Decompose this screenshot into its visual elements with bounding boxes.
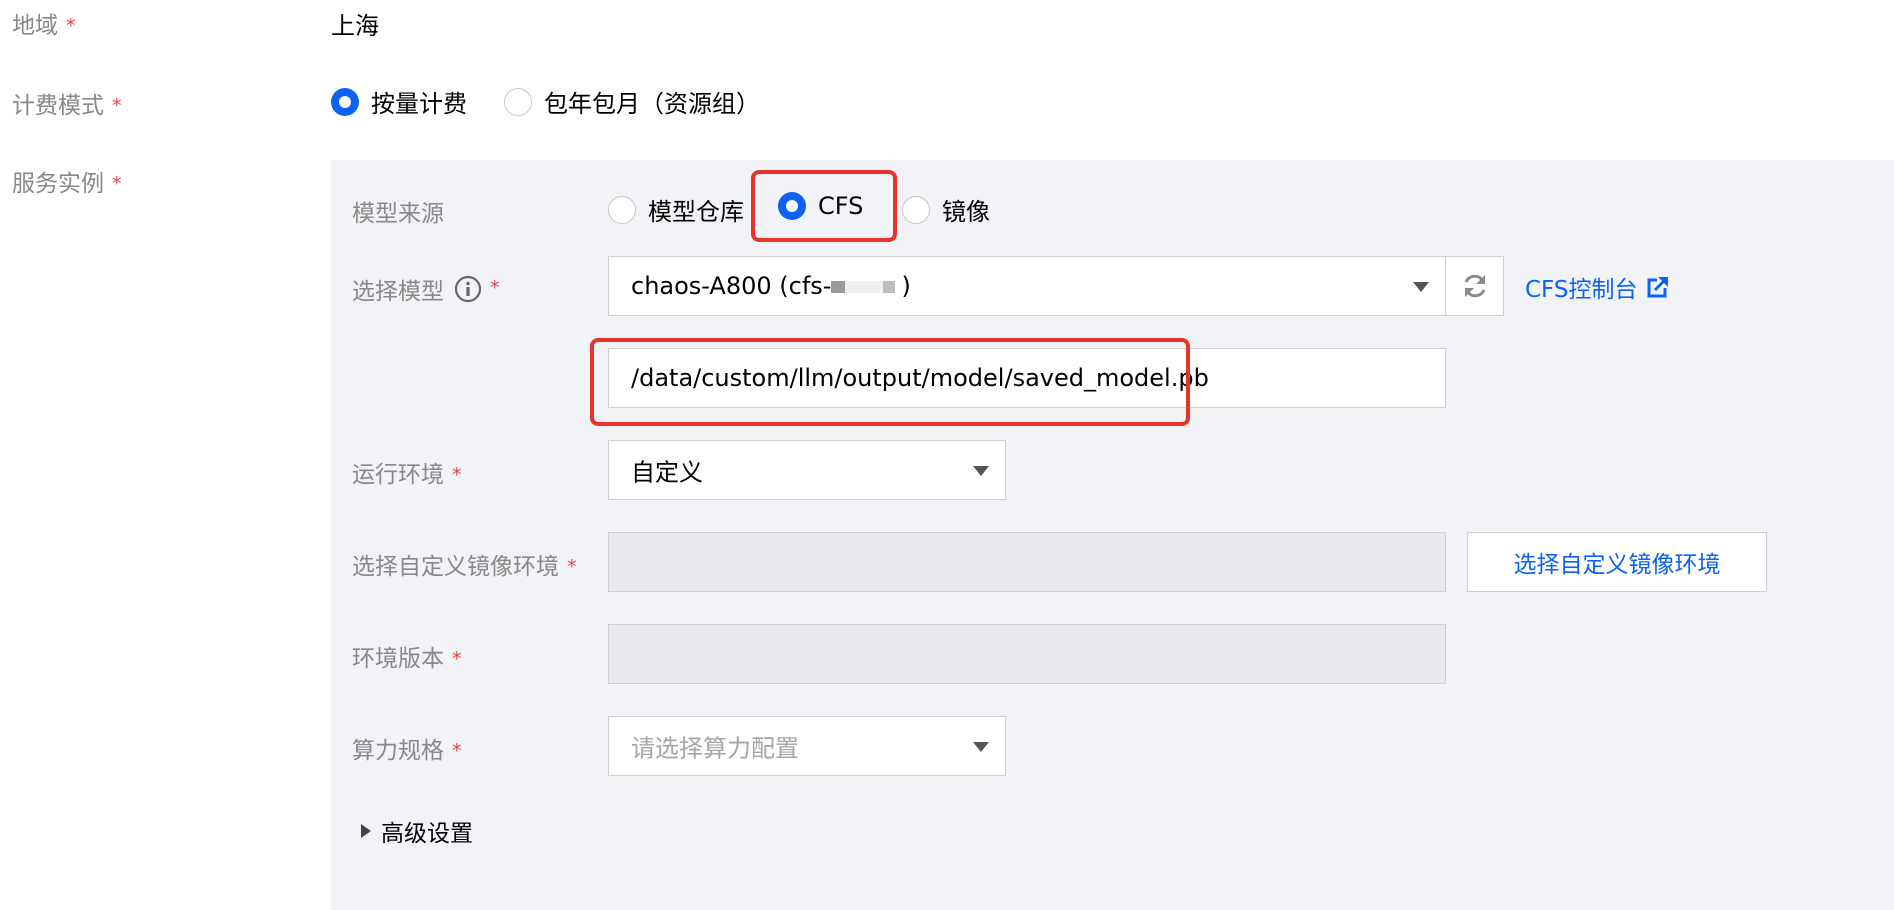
model-source-option-label: 模型仓库 (648, 198, 744, 226)
advanced-settings-label: 高级设置 (381, 821, 473, 847)
required-mark: * (567, 556, 577, 578)
billing-option-subscription[interactable]: 包年包月（资源组） (504, 84, 760, 119)
billing-label: 计费模式 * (12, 93, 122, 119)
required-mark: * (112, 95, 122, 117)
radio-selected-icon (331, 87, 359, 116)
redacted-id (831, 281, 902, 293)
service-instance-label: 服务实例 * (12, 171, 122, 197)
select-model-label: 选择模型 * (352, 275, 500, 305)
runtime-env-dropdown[interactable]: 自定义 (608, 440, 1006, 500)
advanced-settings-toggle[interactable]: 高级设置 (361, 814, 473, 848)
compute-spec-dropdown[interactable]: 请选择算力配置 (608, 716, 1006, 776)
env-version-field (608, 624, 1446, 684)
model-source-option-label: 镜像 (942, 198, 990, 226)
compute-spec-label: 算力规格 * (352, 738, 462, 764)
service-instance-panel: 模型来源 模型仓库 CFS 镜像 选择模型 * chaos-A800 (cfs-… (331, 160, 1894, 910)
chevron-down-icon (973, 466, 989, 476)
refresh-button[interactable] (1445, 256, 1504, 316)
caret-right-icon (361, 824, 371, 838)
region-value: 上海 (331, 12, 379, 40)
custom-image-field (608, 532, 1446, 592)
required-mark: * (66, 15, 76, 37)
custom-image-label: 选择自定义镜像环境 * (352, 554, 577, 580)
env-version-label: 环境版本 * (352, 646, 462, 672)
required-mark: * (112, 173, 122, 195)
model-path-input[interactable]: /data/custom/llm/output/model/saved_mode… (608, 348, 1446, 408)
model-source-repo[interactable]: 模型仓库 (608, 192, 744, 227)
required-mark: * (452, 464, 462, 486)
required-mark: * (452, 740, 462, 762)
refresh-icon (1464, 274, 1485, 298)
chevron-down-icon (1413, 282, 1429, 292)
model-path-value: /data/custom/llm/output/model/saved_mode… (631, 364, 1209, 392)
radio-unselected-icon (902, 195, 930, 224)
model-source-image[interactable]: 镜像 (902, 192, 990, 227)
runtime-env-value: 自定义 (631, 458, 703, 487)
model-source-label: 模型来源 (352, 201, 444, 227)
region-label: 地域 * (12, 13, 76, 39)
model-select-value: chaos-A800 (cfs-) (631, 272, 911, 300)
billing-option-label: 按量计费 (371, 90, 467, 118)
model-source-cfs[interactable]: CFS (778, 192, 863, 220)
external-link-icon (1647, 277, 1669, 298)
compute-spec-placeholder: 请选择算力配置 (631, 734, 799, 763)
runtime-env-label: 运行环境 * (352, 462, 462, 488)
select-custom-image-button[interactable]: 选择自定义镜像环境 (1467, 532, 1767, 592)
model-select-dropdown[interactable]: chaos-A800 (cfs-) (608, 256, 1446, 316)
info-icon[interactable] (454, 275, 482, 303)
chevron-down-icon (973, 742, 989, 752)
radio-selected-icon (778, 192, 806, 220)
billing-option-pay-as-you-go[interactable]: 按量计费 (331, 84, 467, 119)
required-mark: * (452, 648, 462, 670)
radio-unselected-icon (504, 87, 532, 116)
required-mark: * (490, 277, 500, 299)
cfs-console-link[interactable]: CFS控制台 (1525, 270, 1669, 304)
radio-unselected-icon (608, 195, 636, 224)
model-source-option-label: CFS (818, 192, 864, 220)
billing-option-label: 包年包月（资源组） (544, 90, 760, 118)
